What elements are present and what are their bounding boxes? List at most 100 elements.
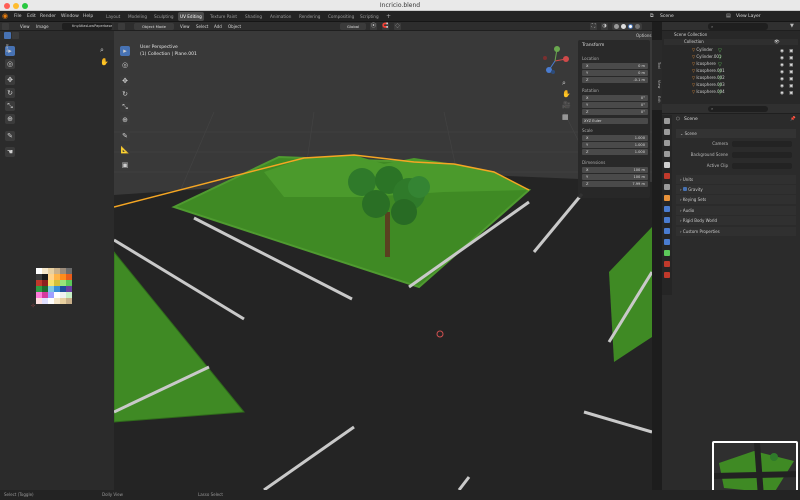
tab-rendering[interactable]: Rendering: [297, 12, 322, 21]
viewport-pan-icon[interactable]: ✋: [562, 90, 571, 98]
outliner-scene-collection[interactable]: Scene Collection: [664, 32, 798, 38]
render-props-icon[interactable]: [664, 129, 670, 135]
sidebar-tab-item[interactable]: Item: [1, 44, 9, 52]
data-props-icon[interactable]: [664, 250, 670, 256]
scale-z-field[interactable]: Z 1.000: [582, 149, 648, 155]
keying-sets-section-header[interactable]: › Keying Sets: [676, 195, 796, 204]
tab-animation[interactable]: Animation: [268, 12, 293, 21]
vp-cursor-tool-button[interactable]: ◎: [120, 60, 130, 70]
overlays-icon[interactable]: ◑: [601, 23, 608, 30]
location-y-field[interactable]: Y 0 m: [582, 70, 648, 76]
render-camera-icon[interactable]: ▣: [789, 70, 793, 75]
tab-texture-paint[interactable]: Texture Paint: [208, 12, 239, 21]
location-x-field[interactable]: X 0 m: [582, 63, 648, 69]
dimensions-z-field[interactable]: Z 7.99 m: [582, 181, 648, 187]
properties-search-input[interactable]: ⌕: [708, 106, 768, 112]
audio-section-header[interactable]: › Audio: [676, 206, 796, 215]
dimensions-x-field[interactable]: X 100 m: [582, 167, 648, 173]
pivot-icon[interactable]: ⦿: [370, 23, 377, 30]
material-props-icon[interactable]: [664, 261, 670, 267]
visibility-eye-icon[interactable]: ◉: [780, 49, 784, 54]
image-selector[interactable]: tinyAtlasLowPaperbased: [62, 23, 112, 30]
rotation-mode-dropdown[interactable]: XYZ Euler: [582, 118, 648, 124]
gravity-checkbox[interactable]: [682, 187, 687, 191]
view-layer-props-icon[interactable]: [664, 151, 670, 157]
scale-x-field[interactable]: X 1.000: [582, 135, 648, 141]
properties-panel[interactable]: [662, 104, 800, 490]
visibility-eye-icon[interactable]: ◉: [780, 91, 784, 96]
vp-rotate-tool-button[interactable]: ↻: [120, 89, 130, 99]
material-shading-icon[interactable]: [628, 24, 633, 29]
modifier-props-icon[interactable]: [664, 206, 670, 212]
rendered-shading-icon[interactable]: [635, 24, 640, 29]
perspective-toggle-icon[interactable]: ▦: [562, 113, 569, 121]
rotation-x-field[interactable]: X 0°: [582, 95, 648, 101]
vp-annotate-tool-button[interactable]: ✎: [120, 131, 130, 141]
options-dropdown[interactable]: Options: [636, 33, 651, 38]
uv-editor-panel[interactable]: [0, 22, 114, 490]
camera-field[interactable]: [732, 141, 792, 147]
object-props-icon[interactable]: [664, 195, 670, 201]
menu-window[interactable]: Window: [61, 11, 79, 22]
show-gizmo-icon[interactable]: ⛶: [590, 23, 597, 30]
view-layer-selector[interactable]: View Layer: [736, 12, 796, 21]
menu-file[interactable]: File: [14, 11, 22, 22]
snap-icon[interactable]: 🧲: [382, 23, 389, 30]
visibility-eye-icon[interactable]: 👁: [774, 40, 780, 45]
gravity-section-header[interactable]: › Gravity: [676, 185, 796, 194]
location-z-field[interactable]: Z -0.1 m: [582, 77, 648, 83]
sidebar-tab-edit[interactable]: Edit: [653, 96, 661, 103]
rotation-y-field[interactable]: Y 0°: [582, 102, 648, 108]
sidebar-tab-tool[interactable]: Tool: [653, 62, 661, 69]
navigation-gizmo[interactable]: [540, 45, 570, 77]
editor-type-icon[interactable]: [2, 23, 9, 30]
3d-viewport[interactable]: [114, 22, 652, 490]
dimensions-y-field[interactable]: Y 100 m: [582, 174, 648, 180]
scene-section-header[interactable]: ⌄ Scene: [676, 129, 796, 138]
visibility-eye-icon[interactable]: ◉: [780, 77, 784, 82]
viewport-menu-view[interactable]: View: [180, 22, 190, 31]
scene-props-icon[interactable]: [664, 162, 670, 168]
scene-selector[interactable]: Scene: [660, 12, 720, 21]
tab-shading[interactable]: Shading: [243, 12, 264, 21]
tab-sculpting[interactable]: Sculpting: [152, 12, 176, 21]
visibility-eye-icon[interactable]: ◉: [780, 84, 784, 89]
vp-add-cube-tool-button[interactable]: ▣: [120, 160, 130, 170]
vp-select-tool-button[interactable]: ▸: [120, 46, 130, 56]
render-camera-icon[interactable]: ▣: [789, 84, 793, 89]
gizmo-x-axis-icon[interactable]: [563, 56, 569, 62]
transform-panel-header[interactable]: Transform: [582, 43, 604, 48]
constraints-props-icon[interactable]: [664, 239, 670, 245]
visibility-eye-icon[interactable]: ◉: [780, 70, 784, 75]
scale-tool-button[interactable]: ⤡: [5, 101, 15, 111]
uv-sync-toggle[interactable]: [4, 32, 11, 39]
tab-uv-editing[interactable]: UV Editing: [178, 12, 204, 21]
uv-menu-image[interactable]: Image: [36, 22, 49, 31]
scale-y-field[interactable]: Y 1.000: [582, 142, 648, 148]
uv-menu-view[interactable]: View: [20, 22, 30, 31]
menu-edit[interactable]: Edit: [27, 11, 36, 22]
outliner-search-input[interactable]: ⌕: [708, 23, 768, 30]
gizmo-y-axis-icon[interactable]: [554, 46, 560, 52]
transform-tool-button[interactable]: ⊕: [5, 114, 15, 124]
background-scene-field[interactable]: [732, 152, 792, 158]
vp-transform-tool-button[interactable]: ⊕: [120, 115, 130, 125]
vp-measure-tool-button[interactable]: 📐: [120, 145, 130, 155]
transform-orientation-dropdown[interactable]: Global: [340, 23, 366, 30]
visibility-eye-icon[interactable]: ◉: [780, 63, 784, 68]
move-tool-button[interactable]: ✥: [5, 75, 15, 85]
tab-scripting[interactable]: Scripting: [358, 12, 381, 21]
proportional-edit-icon[interactable]: ◌: [394, 23, 401, 30]
cursor-tool-button[interactable]: ◎: [5, 59, 15, 69]
pan-hand-icon[interactable]: ✋: [100, 58, 109, 66]
rotate-tool-button[interactable]: ↻: [5, 88, 15, 98]
menu-render[interactable]: Render: [40, 11, 56, 22]
rigid-body-world-section-header[interactable]: › Rigid Body World: [676, 216, 796, 225]
render-camera-icon[interactable]: ▣: [789, 91, 793, 96]
visibility-eye-icon[interactable]: ◉: [780, 56, 784, 61]
wireframe-shading-icon[interactable]: [614, 24, 619, 29]
units-section-header[interactable]: › Units: [676, 175, 796, 184]
filter-icon[interactable]: ▼: [790, 23, 794, 29]
tool-props-icon[interactable]: [664, 118, 670, 124]
camera-view-icon[interactable]: 🎥: [562, 101, 571, 109]
